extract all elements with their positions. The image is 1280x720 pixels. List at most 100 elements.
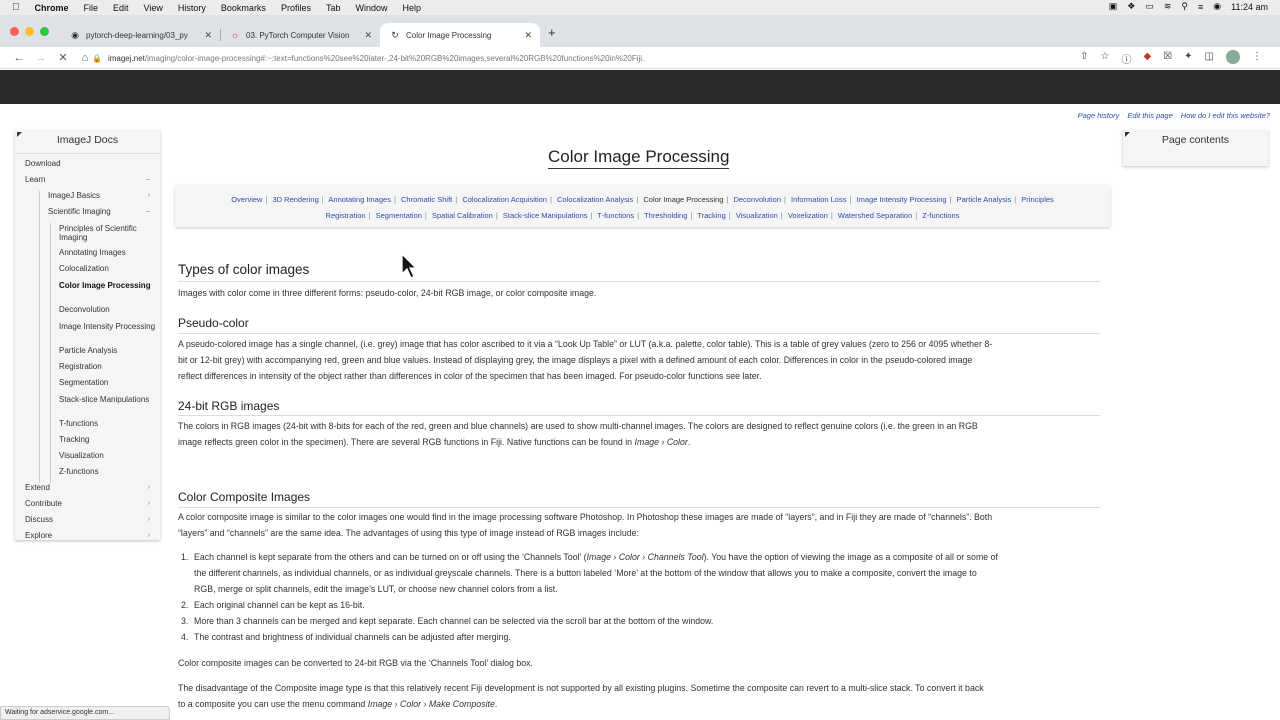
close-tab-icon[interactable]: ✕ bbox=[524, 30, 532, 41]
dropbox-icon[interactable]: ❖ bbox=[1127, 1, 1135, 12]
topic-link[interactable]: Segmentation bbox=[376, 211, 422, 220]
topic-link[interactable]: Image Intensity Processing bbox=[857, 195, 947, 204]
new-tab-icon[interactable]: + bbox=[548, 25, 556, 40]
how-to-edit-link[interactable]: How do I edit this website? bbox=[1181, 111, 1270, 120]
menu-history[interactable]: History bbox=[178, 3, 206, 13]
topic-link[interactable]: Stack-slice Manipulations bbox=[503, 211, 588, 220]
chevron-right-icon[interactable]: › bbox=[148, 531, 150, 540]
close-tab-icon[interactable]: ✕ bbox=[204, 30, 212, 41]
sidebar-item-t-functions[interactable]: T-functions bbox=[51, 419, 160, 435]
bookmark-star-icon[interactable]: ☆ bbox=[1101, 51, 1110, 66]
collapse-corner-icon[interactable] bbox=[17, 132, 22, 137]
topic-link[interactable]: Registration bbox=[326, 211, 366, 220]
wifi-icon[interactable]: ≋ bbox=[1164, 1, 1172, 12]
topic-link[interactable]: Chromatic Shift bbox=[401, 195, 452, 204]
sidebar-item-segmentation[interactable]: Segmentation bbox=[51, 378, 160, 394]
menu-file[interactable]: File bbox=[84, 3, 99, 13]
menu-window[interactable]: Window bbox=[355, 3, 387, 13]
sidebar-item-particle-analysis[interactable]: Particle Analysis bbox=[51, 346, 160, 362]
sidebar-item-image-intensity-processing[interactable]: Image Intensity Processing bbox=[51, 321, 160, 346]
sidebar-item-deconvolution[interactable]: Deconvolution bbox=[51, 305, 160, 321]
sidebar-item-principles[interactable]: Principles of Scientific Imaging bbox=[51, 223, 160, 248]
pocket-icon[interactable]: ◆ bbox=[1143, 51, 1151, 66]
sidebar-item-stack-slice[interactable]: Stack-slice Manipulations bbox=[51, 394, 160, 419]
topic-link[interactable]: Annotating Images bbox=[328, 195, 391, 204]
chevron-up-icon[interactable]: – bbox=[146, 207, 150, 216]
sidebar-item-extend[interactable]: Extend › bbox=[25, 483, 160, 499]
page-history-link[interactable]: Page history bbox=[1078, 111, 1120, 120]
chevron-right-icon[interactable]: › bbox=[148, 499, 150, 508]
tab-github[interactable]: ◉ pytorch-deep-learning/03_py ✕ bbox=[68, 23, 221, 47]
topic-link[interactable]: Spatial Calibration bbox=[432, 211, 493, 220]
menu-tab[interactable]: Tab bbox=[326, 3, 341, 13]
sidebar-item-z-functions[interactable]: Z-functions bbox=[51, 467, 160, 483]
topic-link[interactable]: Colocalization Acquisition bbox=[462, 195, 547, 204]
menu-bookmarks[interactable]: Bookmarks bbox=[221, 3, 266, 13]
siri-icon[interactable]: ◉ bbox=[1213, 1, 1221, 12]
close-tab-icon[interactable]: ✕ bbox=[364, 30, 372, 41]
chevron-right-icon[interactable]: › bbox=[148, 515, 150, 524]
sidebar-toggle-icon[interactable]: ◫ bbox=[1205, 51, 1214, 66]
sidebar-item-scientific-imaging[interactable]: Scientific Imaging – bbox=[40, 207, 160, 223]
extensions-puzzle-icon[interactable]: ✦ bbox=[1184, 51, 1192, 66]
menu-view[interactable]: View bbox=[144, 3, 163, 13]
topic-link[interactable]: Overview bbox=[231, 195, 262, 204]
sidebar-item-tracking[interactable]: Tracking bbox=[51, 435, 160, 451]
profile-avatar[interactable] bbox=[1226, 50, 1240, 64]
sidebar-item-download[interactable]: Download bbox=[25, 159, 160, 175]
maximize-window-button[interactable] bbox=[40, 27, 49, 36]
search-icon[interactable]: ⚲ bbox=[1181, 1, 1188, 12]
menu-chrome[interactable]: Chrome bbox=[35, 3, 69, 13]
screen-record-icon[interactable]: ▣ bbox=[1109, 1, 1118, 12]
close-window-button[interactable] bbox=[10, 27, 19, 36]
site-header-band bbox=[0, 70, 1280, 104]
topic-link[interactable]: Tracking bbox=[697, 211, 725, 220]
clock[interactable]: 11:24 am bbox=[1231, 2, 1268, 12]
kebab-menu-icon[interactable]: ⋮ bbox=[1252, 51, 1262, 66]
topic-link[interactable]: 3D Rendering bbox=[273, 195, 319, 204]
address-bar[interactable]: 🔒 imagej.net/imaging/color-image-process… bbox=[92, 47, 1092, 69]
sidebar-item-visualization[interactable]: Visualization bbox=[51, 451, 160, 467]
forward-arrow-icon[interactable]: → bbox=[32, 52, 50, 64]
lock-icon[interactable]: 🔒 bbox=[92, 54, 102, 63]
edit-page-link[interactable]: Edit this page bbox=[1127, 111, 1172, 120]
sidebar-item-imagej-basics[interactable]: ImageJ Basics › bbox=[40, 191, 160, 207]
back-arrow-icon[interactable]: ← bbox=[10, 52, 28, 64]
extension-x-icon[interactable]: ☒ bbox=[1163, 51, 1172, 66]
chevron-right-icon[interactable]: › bbox=[148, 483, 150, 492]
stop-loading-icon[interactable]: ✕ bbox=[54, 51, 72, 64]
sidebar-item-registration[interactable]: Registration bbox=[51, 362, 160, 378]
topic-link[interactable]: Watershed Separation bbox=[838, 211, 912, 220]
menu-help[interactable]: Help bbox=[402, 3, 421, 13]
menu-edit[interactable]: Edit bbox=[113, 3, 129, 13]
topic-link[interactable]: Z-functions bbox=[922, 211, 959, 220]
sidebar-item-discuss[interactable]: Discuss › bbox=[25, 515, 160, 531]
collapse-corner-icon[interactable] bbox=[1125, 132, 1130, 137]
topic-link[interactable]: Visualization bbox=[736, 211, 778, 220]
topic-link[interactable]: Information Loss bbox=[791, 195, 846, 204]
chevron-up-icon[interactable]: – bbox=[146, 175, 150, 184]
topic-link[interactable]: Deconvolution bbox=[733, 195, 781, 204]
tab-pytorch[interactable]: ☼ 03. PyTorch Computer Vision ✕ bbox=[226, 23, 380, 47]
topic-link[interactable]: Particle Analysis bbox=[957, 195, 1012, 204]
chevron-right-icon[interactable]: › bbox=[148, 191, 150, 200]
share-icon[interactable]: ⇧ bbox=[1080, 51, 1088, 66]
sidebar-item-color-image-processing[interactable]: Color Image Processing bbox=[51, 280, 160, 305]
apple-icon[interactable]:  bbox=[12, 2, 20, 13]
tab-color-image-processing[interactable]: ↻ Color Image Processing ✕ bbox=[380, 23, 540, 47]
topic-link[interactable]: Thresholding bbox=[644, 211, 687, 220]
sidebar-item-contribute[interactable]: Contribute › bbox=[25, 499, 160, 515]
sidebar-item-explore[interactable]: Explore › bbox=[25, 531, 160, 547]
topic-link[interactable]: Voxelization bbox=[788, 211, 828, 220]
sidebar-item-colocalization[interactable]: Colocalization bbox=[51, 264, 160, 280]
sidebar-item-annotating-images[interactable]: Annotating Images bbox=[51, 248, 160, 264]
sidebar-item-learn[interactable]: Learn – bbox=[25, 175, 160, 191]
menu-profiles[interactable]: Profiles bbox=[281, 3, 311, 13]
extension-info-icon[interactable]: ⓘ bbox=[1121, 51, 1131, 66]
topic-link[interactable]: Principles bbox=[1021, 195, 1054, 204]
control-center-icon[interactable]: ≡ bbox=[1198, 2, 1203, 12]
topic-link[interactable]: T-functions bbox=[597, 211, 634, 220]
topic-link[interactable]: Colocalization Analysis bbox=[557, 195, 633, 204]
battery-icon[interactable]: ▭ bbox=[1145, 1, 1154, 12]
minimize-window-button[interactable] bbox=[25, 27, 34, 36]
